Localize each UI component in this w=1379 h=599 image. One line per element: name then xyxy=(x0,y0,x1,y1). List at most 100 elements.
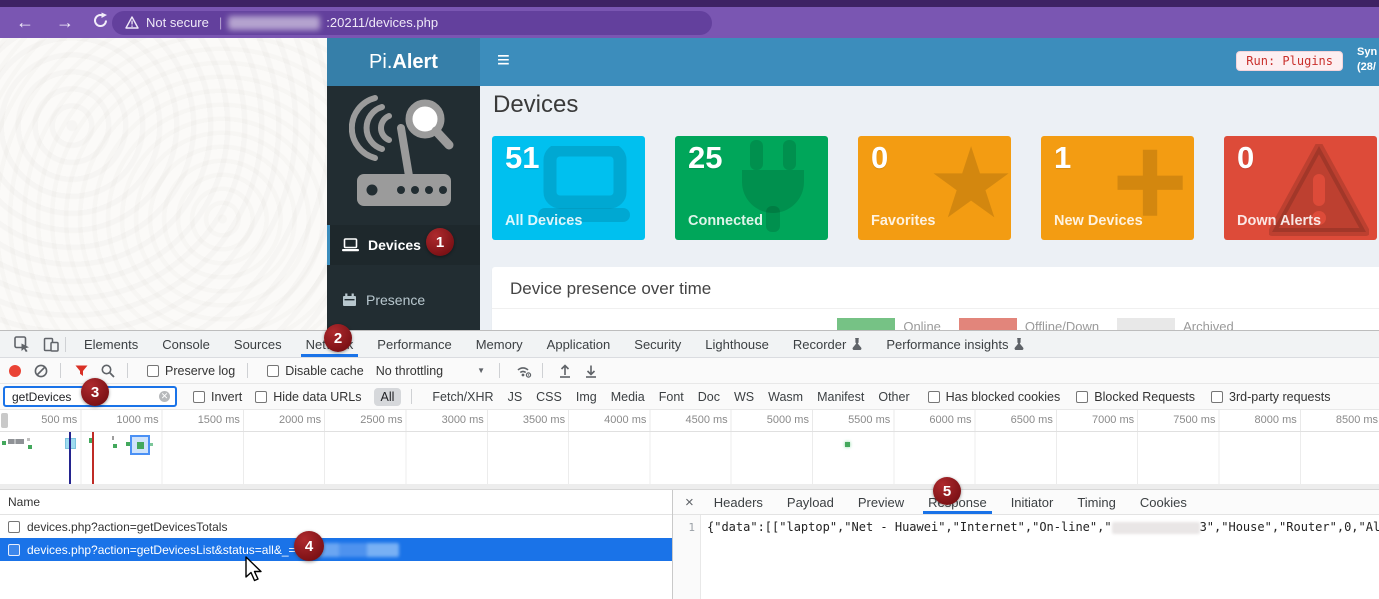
preserve-log-label: Preserve log xyxy=(165,364,235,378)
tab-security[interactable]: Security xyxy=(622,331,693,357)
has-blocked-cookies-checkbox[interactable] xyxy=(928,391,940,403)
clear-filter-icon[interactable]: ✕ xyxy=(159,391,170,402)
sidebar-toggle-icon[interactable]: ≡ xyxy=(497,47,510,73)
tab-lighthouse[interactable]: Lighthouse xyxy=(693,331,781,357)
line-number-gutter: 1 xyxy=(673,515,701,599)
waterfall-selected-request[interactable] xyxy=(130,435,150,455)
filter-type-doc[interactable]: Doc xyxy=(698,390,720,404)
inspect-element-icon[interactable] xyxy=(14,336,30,352)
tab-console[interactable]: Console xyxy=(150,331,222,357)
disable-cache-checkbox[interactable] xyxy=(267,365,279,377)
timeline-tick: 2000 ms xyxy=(244,410,325,431)
sidebar-item-presence[interactable]: Presence xyxy=(327,280,480,320)
reload-icon[interactable] xyxy=(92,12,109,29)
filter-type-fetch-xhr[interactable]: Fetch/XHR xyxy=(432,390,493,404)
legend-item-online[interactable]: Online xyxy=(837,318,941,330)
detail-tab-initiator[interactable]: Initiator xyxy=(999,490,1066,514)
card-connected[interactable]: 25 Connected xyxy=(675,136,828,240)
timeline-scroll-nub[interactable] xyxy=(1,413,8,428)
clear-icon[interactable] xyxy=(34,364,48,378)
filter-type-manifest[interactable]: Manifest xyxy=(817,390,864,404)
record-button[interactable] xyxy=(9,365,21,377)
search-icon[interactable] xyxy=(101,364,115,378)
sidebar-item-devices[interactable]: Devices xyxy=(327,225,480,265)
chevron-down-icon[interactable]: ▼ xyxy=(477,366,485,375)
timeline-ruler[interactable]: 500 ms 1000 ms 1500 ms 2000 ms 2500 ms 3… xyxy=(0,410,1379,432)
card-value: 0 xyxy=(1237,140,1254,176)
url-text: :20211/devices.php xyxy=(326,15,438,30)
experiment-flask-icon xyxy=(852,338,862,350)
timeline-tick: 7500 ms xyxy=(1138,410,1219,431)
legend-item-offline[interactable]: Offline/Down xyxy=(959,318,1099,330)
blocked-requests-checkbox[interactable] xyxy=(1076,391,1088,403)
legend-item-archived[interactable]: Archived xyxy=(1117,318,1234,330)
filter-type-css[interactable]: CSS xyxy=(536,390,562,404)
preserve-log-checkbox[interactable] xyxy=(147,365,159,377)
card-new-devices[interactable]: + 1 New Devices xyxy=(1041,136,1194,240)
request-checkbox[interactable] xyxy=(8,544,20,556)
browser-toolbar: ← → Not secure | :20211/devices.php xyxy=(0,7,1379,38)
filter-icon[interactable] xyxy=(75,365,88,377)
run-plugins-button[interactable]: Run: Plugins xyxy=(1236,51,1343,71)
presence-panel: Device presence over time Online Offline… xyxy=(492,267,1379,330)
filter-type-other[interactable]: Other xyxy=(878,390,909,404)
card-favorites[interactable]: ★ 0 Favorites xyxy=(858,136,1011,240)
request-name: devices.php?action=getDevicesList&status… xyxy=(27,543,296,557)
request-checkbox[interactable] xyxy=(8,521,20,533)
annotation-badge-3: 3 xyxy=(81,378,109,406)
timeline-tick: 8500 ms xyxy=(1301,410,1379,431)
hide-data-urls-checkbox[interactable] xyxy=(255,391,267,403)
detail-tab-timing[interactable]: Timing xyxy=(1065,490,1128,514)
forward-button[interactable]: → xyxy=(56,10,74,34)
app-header: ≡ Run: Plugins Syn (28/ xyxy=(480,38,1379,86)
request-list-header[interactable]: Name xyxy=(0,490,672,515)
detail-tab-preview[interactable]: Preview xyxy=(846,490,916,514)
filter-type-ws[interactable]: WS xyxy=(734,390,754,404)
app-logo-title[interactable]: Pi.Alert xyxy=(327,38,480,86)
card-all-devices[interactable]: 51 All Devices xyxy=(492,136,645,240)
request-row-totals[interactable]: devices.php?action=getDevicesTotals xyxy=(0,515,672,538)
request-name: devices.php?action=getDevicesTotals xyxy=(27,520,227,534)
network-conditions-icon[interactable] xyxy=(514,364,532,378)
invert-checkbox[interactable] xyxy=(193,391,205,403)
close-icon[interactable]: × xyxy=(685,495,694,510)
back-button[interactable]: ← xyxy=(16,10,34,34)
import-har-icon[interactable] xyxy=(559,364,571,378)
devtools-tabbar: Elements Console Sources Network Perform… xyxy=(0,331,1379,358)
timeline-tick: 3000 ms xyxy=(406,410,487,431)
card-down-alerts[interactable]: 0 Down Alerts xyxy=(1224,136,1377,240)
laptop-icon xyxy=(342,238,359,252)
filter-type-wasm[interactable]: Wasm xyxy=(768,390,803,404)
tab-elements[interactable]: Elements xyxy=(72,331,150,357)
detail-tab-headers[interactable]: Headers xyxy=(702,490,775,514)
device-toolbar-icon[interactable] xyxy=(43,337,59,352)
filter-input[interactable] xyxy=(10,389,134,405)
sidebar-item-label: Presence xyxy=(366,292,425,308)
timeline-tick: 1000 ms xyxy=(81,410,162,431)
tab-recorder[interactable]: Recorder xyxy=(781,331,874,357)
blocked-requests-label: Blocked Requests xyxy=(1094,390,1195,404)
filter-type-js[interactable]: JS xyxy=(508,390,523,404)
filter-type-font[interactable]: Font xyxy=(659,390,684,404)
tab-memory[interactable]: Memory xyxy=(464,331,535,357)
tab-application[interactable]: Application xyxy=(535,331,623,357)
filter-type-media[interactable]: Media xyxy=(611,390,645,404)
third-party-requests-checkbox[interactable] xyxy=(1211,391,1223,403)
tab-sources[interactable]: Sources xyxy=(222,331,294,357)
waterfall-mark xyxy=(112,436,114,440)
filter-type-all[interactable]: All xyxy=(374,388,402,406)
tab-performance-insights[interactable]: Performance insights xyxy=(874,331,1036,357)
export-har-icon[interactable] xyxy=(585,364,597,378)
address-bar[interactable]: Not secure | :20211/devices.php xyxy=(112,11,712,35)
detail-tab-payload[interactable]: Payload xyxy=(775,490,846,514)
waterfall-mark xyxy=(8,439,24,444)
tab-performance[interactable]: Performance xyxy=(365,331,463,357)
disable-cache-label: Disable cache xyxy=(285,364,364,378)
network-lower-split: Name devices.php?action=getDevicesTotals… xyxy=(0,490,1379,599)
request-row-devices-list[interactable]: devices.php?action=getDevicesList&status… xyxy=(0,538,672,561)
filter-type-img[interactable]: Img xyxy=(576,390,597,404)
detail-tab-cookies[interactable]: Cookies xyxy=(1128,490,1199,514)
throttling-select[interactable]: No throttling xyxy=(376,364,443,378)
network-overview-waterfall[interactable] xyxy=(0,432,1379,490)
overview-bottom-strip xyxy=(0,484,1379,489)
